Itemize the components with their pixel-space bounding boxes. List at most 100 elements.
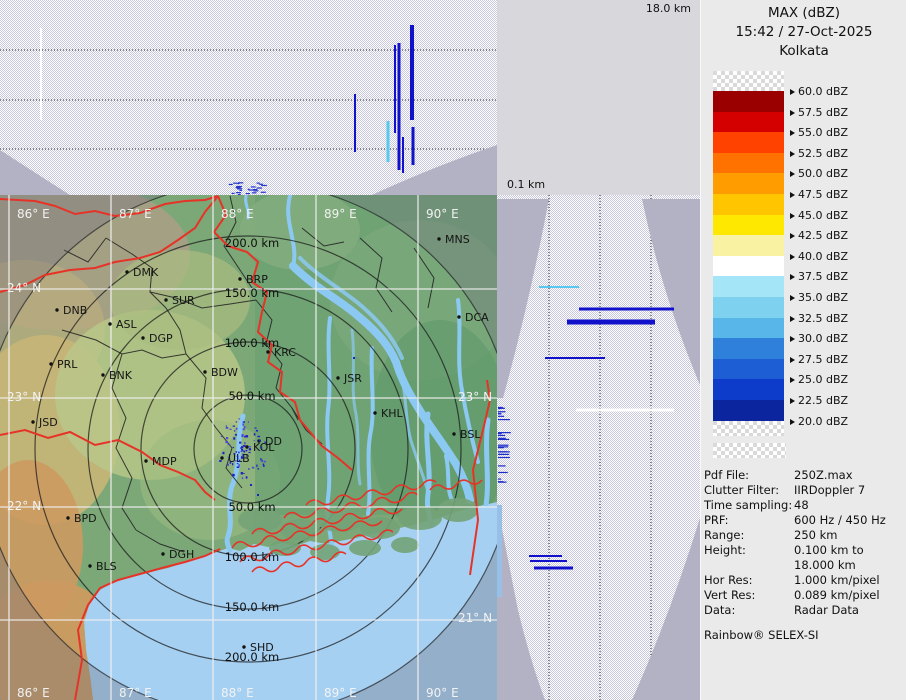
echo-pixel bbox=[246, 455, 247, 456]
colorbar-above-max-swatch bbox=[713, 71, 784, 91]
echo-pixel bbox=[237, 456, 239, 457]
echo-tick bbox=[498, 454, 509, 455]
echo-pixel bbox=[264, 442, 266, 443]
range-ring-label: 50.0 km bbox=[228, 389, 275, 403]
range-ring-label: 150.0 km bbox=[225, 286, 279, 300]
echo-tick bbox=[498, 416, 504, 417]
station-label-asl: ASL bbox=[116, 318, 138, 331]
echo-tick bbox=[251, 186, 256, 187]
echo-pixel bbox=[237, 466, 239, 468]
station-label-mdp: MDP bbox=[152, 455, 177, 468]
station-dot bbox=[101, 373, 104, 376]
dbz-band-10 bbox=[713, 297, 784, 318]
station-dot bbox=[88, 564, 91, 567]
echo-pixel bbox=[228, 457, 229, 458]
echo-tick bbox=[246, 193, 250, 194]
station-dot bbox=[55, 308, 58, 311]
lon-label-bottom: 86° E bbox=[17, 686, 50, 700]
sea-edge-strip bbox=[497, 505, 502, 597]
dbz-band-12 bbox=[713, 338, 784, 359]
lat-label: 23° N bbox=[7, 390, 41, 404]
echo-tick bbox=[236, 186, 242, 187]
dbz-level-label: 50.0 dBZ bbox=[790, 167, 848, 180]
echo-pixel bbox=[246, 476, 248, 478]
colorbar-bands bbox=[713, 91, 784, 421]
station-dot bbox=[125, 270, 128, 273]
echo-tick bbox=[498, 445, 508, 446]
level-tick-arrow-icon bbox=[790, 213, 795, 219]
ew-cross-section-plot bbox=[0, 0, 497, 195]
station-dot bbox=[452, 432, 455, 435]
station-dot bbox=[242, 645, 245, 648]
level-tick-arrow-icon bbox=[790, 316, 795, 322]
station-label-prl: PRL bbox=[57, 358, 78, 371]
lon-label-top: 87° E bbox=[119, 207, 152, 221]
ew-cross-section-panel bbox=[0, 0, 497, 195]
level-tick-arrow-icon bbox=[790, 130, 795, 136]
echo-pixel bbox=[245, 435, 248, 437]
echo-row bbox=[579, 308, 674, 311]
station-dot bbox=[108, 322, 111, 325]
echo-pixel bbox=[252, 467, 254, 469]
echo-tick bbox=[233, 183, 237, 184]
echo-tick bbox=[261, 192, 266, 193]
echo-pixel bbox=[237, 458, 239, 459]
level-tick-arrow-icon bbox=[790, 192, 795, 198]
metadata-row: Pdf File:250Z.max bbox=[704, 468, 904, 483]
echo-row bbox=[545, 357, 605, 359]
dbz-level-label: 40.0 dBZ bbox=[790, 250, 848, 263]
echo-column bbox=[410, 25, 414, 120]
echo-row bbox=[576, 409, 674, 412]
height-axis-max-label: 18.0 km bbox=[646, 2, 691, 15]
metadata-value: 18.000 km bbox=[794, 558, 856, 572]
echo-pixel bbox=[219, 460, 221, 462]
echo-pixel bbox=[233, 447, 234, 448]
dbz-band-14 bbox=[713, 379, 784, 400]
colorbar-below-min-swatch bbox=[713, 421, 784, 436]
dbz-level-label: 45.0 dBZ bbox=[790, 209, 848, 222]
metadata-row: Clutter Filter:IIRDoppler 7 bbox=[704, 483, 904, 498]
dbz-band-15 bbox=[713, 400, 784, 421]
range-ring-label: 150.0 km bbox=[225, 600, 279, 614]
station-dot bbox=[336, 376, 339, 379]
legend-title-block: MAX (dBZ) 15:42 / 27-Oct-2025 Kolkata bbox=[701, 0, 906, 61]
ns-cross-section-panel bbox=[497, 195, 700, 700]
echo-pixel bbox=[254, 428, 256, 429]
echo-pixel bbox=[228, 444, 231, 445]
echo-row bbox=[539, 286, 579, 288]
lon-label-bottom: 90° E bbox=[426, 686, 459, 700]
dbz-level-label: 25.0 dBZ bbox=[790, 373, 848, 386]
echo-pixel bbox=[226, 427, 229, 429]
station-dot bbox=[238, 277, 241, 280]
metadata-row: Vert Res:0.089 km/pixel bbox=[704, 588, 904, 603]
metadata-label: Hor Res: bbox=[704, 573, 794, 587]
legend-panel: MAX (dBZ) 15:42 / 27-Oct-2025 Kolkata 60… bbox=[700, 0, 906, 700]
echo-pixel bbox=[235, 434, 236, 435]
station-label-bdw: BDW bbox=[211, 366, 238, 379]
echo-pixel bbox=[239, 442, 241, 444]
echo-pixel bbox=[264, 461, 266, 463]
level-tick-arrow-icon bbox=[790, 233, 795, 239]
no-data-swatch bbox=[713, 443, 786, 458]
echo-pixel bbox=[248, 421, 249, 423]
metadata-label: Height: bbox=[704, 543, 794, 557]
level-tick-arrow-icon bbox=[790, 274, 795, 280]
echo-tick bbox=[498, 478, 501, 479]
dbz-level-label: 57.5 dBZ bbox=[790, 106, 848, 119]
echo-pixel bbox=[257, 436, 260, 437]
dbz-level-label: 30.0 dBZ bbox=[790, 332, 848, 345]
echo-tick bbox=[236, 192, 241, 193]
station-label-shd: SHD bbox=[250, 641, 274, 654]
dbz-band-6 bbox=[713, 215, 784, 236]
echo-pixel bbox=[257, 468, 259, 469]
range-ring-label: 100.0 km bbox=[225, 550, 279, 564]
echo-tick bbox=[498, 472, 508, 473]
station-label-jsd: JSD bbox=[38, 416, 58, 429]
station-label-dnb: DNB bbox=[63, 304, 87, 317]
lon-label-top: 88° E bbox=[221, 207, 254, 221]
echo-pixel bbox=[249, 448, 251, 450]
station-label-jsr: JSR bbox=[343, 372, 362, 385]
echo-pixel bbox=[238, 452, 239, 454]
echo-tick bbox=[498, 438, 506, 439]
station-dot bbox=[245, 445, 248, 448]
